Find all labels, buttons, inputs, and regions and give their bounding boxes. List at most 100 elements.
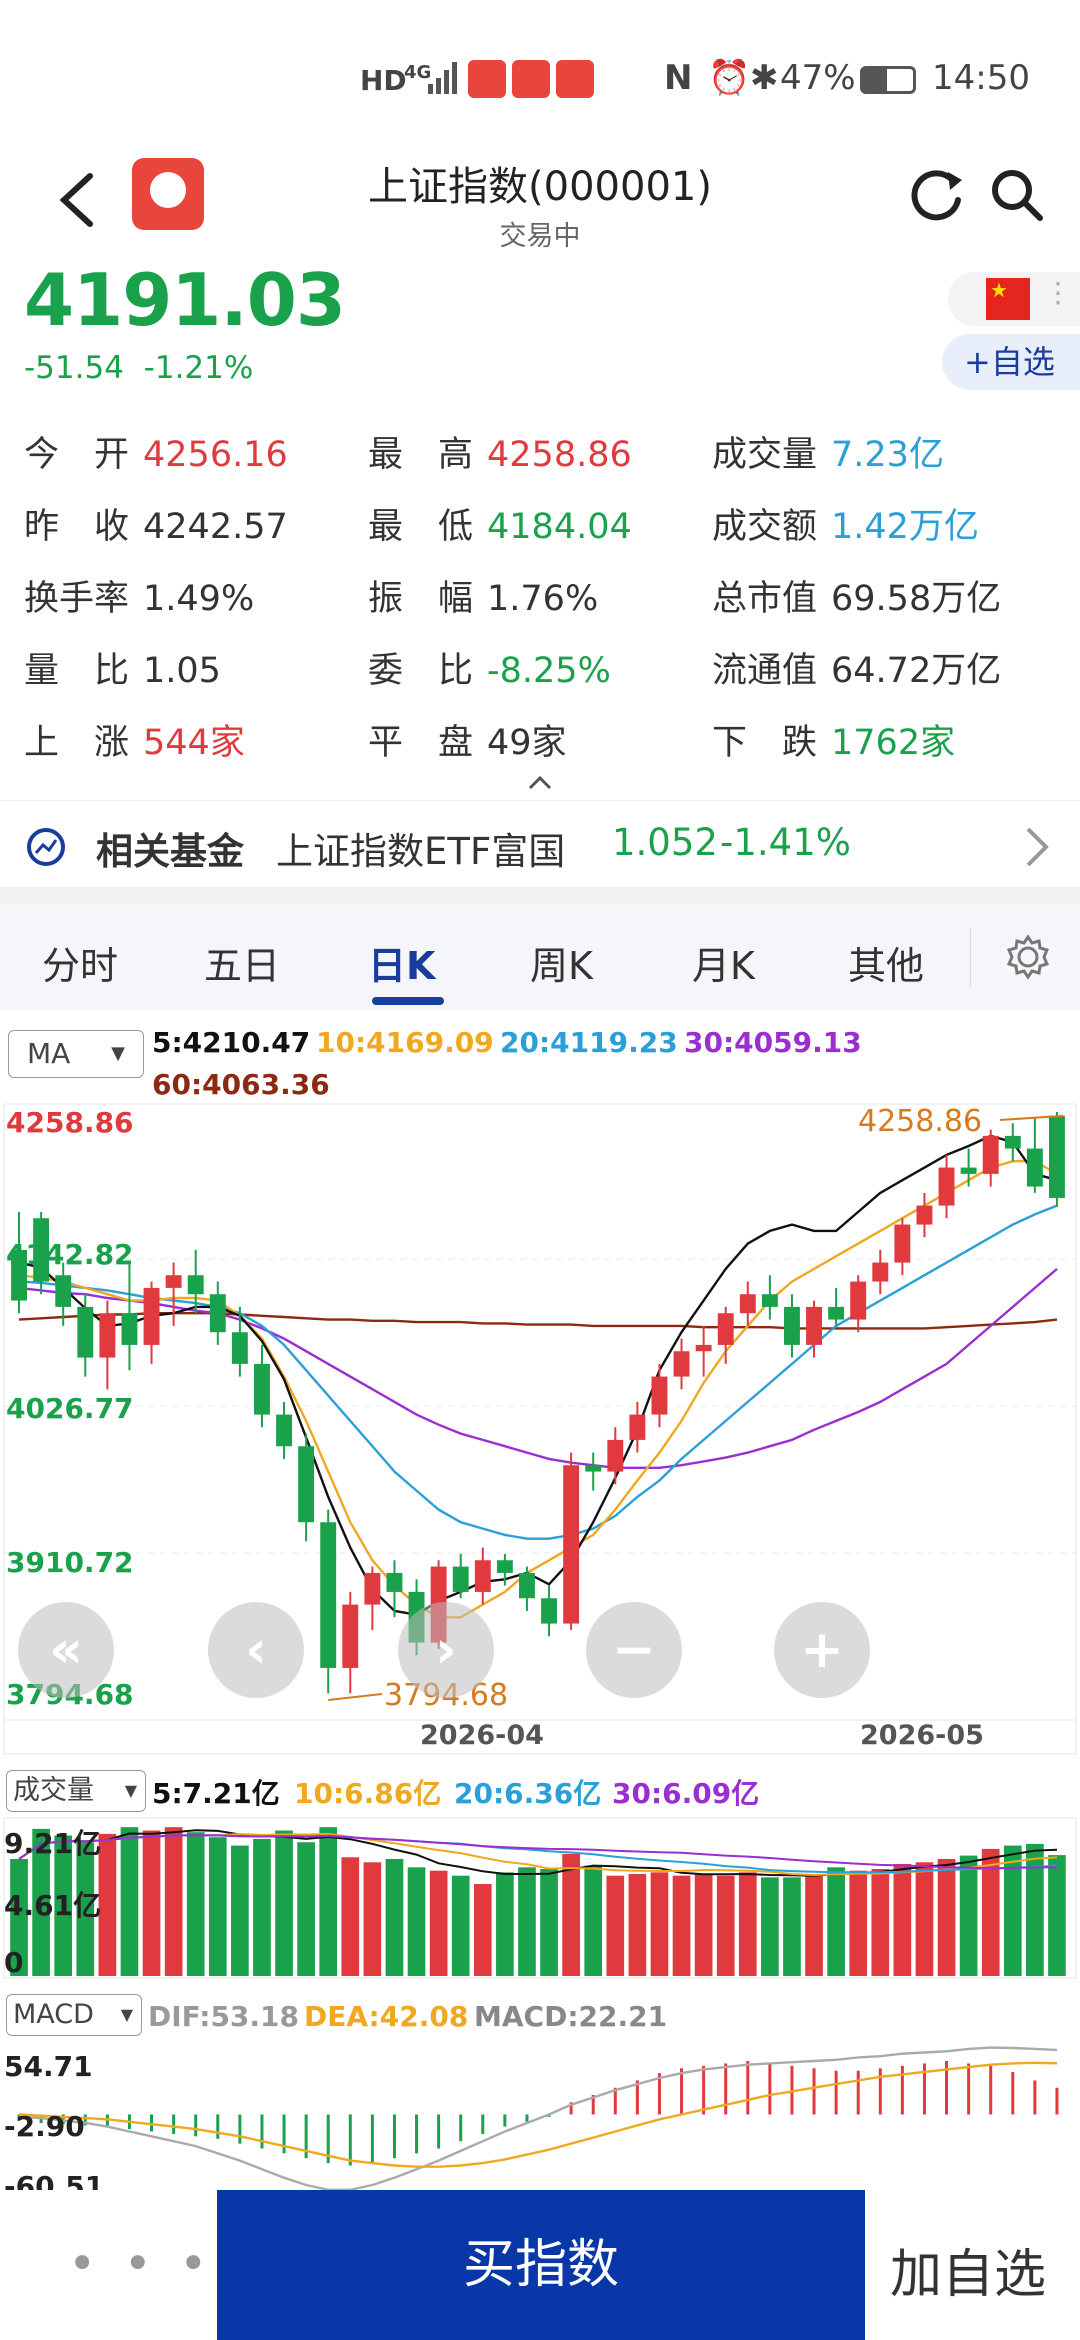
axis-high-label: 4258.86 xyxy=(6,1106,134,1139)
collapse-icon[interactable] xyxy=(528,774,552,790)
candle-body xyxy=(739,1294,756,1314)
ma5-value: 5:4210.47 xyxy=(152,1026,311,1059)
candle-body xyxy=(254,1363,270,1415)
active-tab-indicator xyxy=(372,997,444,1005)
scroll-far-left-button[interactable]: « xyxy=(18,1602,114,1698)
volume-bar xyxy=(783,1877,801,1976)
macd-bar xyxy=(878,2068,882,2115)
volume-bar xyxy=(231,1845,249,1976)
volume-bar xyxy=(650,1872,669,1976)
tab-five-day[interactable]: 五日 xyxy=(204,935,280,990)
macd-bar xyxy=(989,2065,993,2115)
candle-body xyxy=(496,1560,513,1573)
macd-bar xyxy=(370,2114,374,2164)
macd-bar xyxy=(348,2114,352,2166)
stat-value: 1.76% xyxy=(487,579,599,619)
stat-label: 流通值 xyxy=(712,651,818,691)
ma5-line xyxy=(18,1134,1058,1616)
macd-bar xyxy=(238,2114,242,2144)
volume-bar xyxy=(937,1858,956,1976)
buy-index-button[interactable]: 买指数 xyxy=(217,2190,865,2340)
tab-intraday[interactable]: 分时 xyxy=(42,935,118,990)
ma60-value: 60:4063.36 xyxy=(152,1068,330,1101)
stat-value: 4242.57 xyxy=(143,507,288,547)
macd-bar xyxy=(967,2063,971,2115)
tab-other[interactable]: 其他 xyxy=(848,935,924,990)
zoom-in-button[interactable]: + xyxy=(774,1602,870,1698)
candle-body xyxy=(298,1446,315,1523)
header: 上证指数(000001) 交易中 xyxy=(0,140,1080,260)
macd-bar xyxy=(680,2068,684,2115)
volume-bar xyxy=(297,1842,315,1976)
stat-label: 最 低 xyxy=(368,507,474,547)
add-watchlist-button[interactable]: +自选 xyxy=(942,334,1080,390)
macd-bar xyxy=(1055,2087,1059,2115)
candle-body xyxy=(607,1439,624,1472)
macd-bar xyxy=(437,2114,441,2149)
signal-icon xyxy=(428,62,457,94)
volume-indicator-select[interactable]: 成交量 ▼ xyxy=(6,1770,146,1812)
volume-chart[interactable] xyxy=(0,1816,1080,1984)
volume-bar xyxy=(385,1858,404,1976)
stat-item: 成交量 7.23亿 xyxy=(712,426,944,477)
zoom-out-button[interactable]: − xyxy=(586,1602,682,1698)
candle-body xyxy=(673,1351,690,1377)
search-icon[interactable] xyxy=(988,166,1046,224)
macd-chart[interactable] xyxy=(0,2040,1080,2190)
candle-body xyxy=(276,1414,292,1447)
volume-axis-zero: 0 xyxy=(4,1946,24,1979)
volume-bar xyxy=(98,1833,117,1976)
hd-indicator: HD xyxy=(360,64,407,97)
macd-value: MACD:22.21 xyxy=(474,2000,668,2033)
volume-bar xyxy=(341,1857,360,1976)
candle-body xyxy=(474,1560,491,1592)
macd-bar xyxy=(172,2114,176,2134)
battery-percent: 47% xyxy=(780,58,856,98)
stat-value: 49家 xyxy=(487,723,567,763)
scroll-left-button[interactable]: ‹ xyxy=(208,1602,304,1698)
more-icon[interactable]: ⋮ xyxy=(1044,276,1072,309)
macd-indicator-select[interactable]: MACD ▼ xyxy=(6,1994,142,2036)
candle-body xyxy=(784,1306,800,1345)
candle-body xyxy=(519,1572,535,1599)
stat-item: 最 高 4258.86 xyxy=(368,426,632,477)
indicator-select[interactable]: MA ▼ xyxy=(8,1030,144,1078)
volume-bar xyxy=(186,1832,205,1976)
stat-value: 1.05 xyxy=(143,651,221,691)
add-watchlist-bottom-button[interactable]: 加自选 xyxy=(890,2232,1046,2307)
more-options-button[interactable]: • • • xyxy=(68,2236,213,2292)
stat-label: 上 涨 xyxy=(24,723,130,763)
volume-axis-top: 9.21亿 xyxy=(4,1827,102,1860)
macd-bar xyxy=(481,2114,485,2134)
settings-icon[interactable] xyxy=(1004,933,1052,981)
volume-bar xyxy=(562,1853,580,1976)
stat-label: 成交量 xyxy=(712,435,818,475)
candle-body xyxy=(806,1306,822,1345)
candle-body xyxy=(99,1313,116,1358)
macd-bar xyxy=(856,2070,860,2115)
volume-bar xyxy=(871,1868,890,1976)
macd-bar xyxy=(768,2063,772,2115)
candle-body xyxy=(1026,1148,1043,1187)
candle-body xyxy=(541,1598,557,1624)
stat-value: 69.58万亿 xyxy=(831,579,1002,619)
scroll-right-button[interactable]: › xyxy=(398,1602,494,1698)
price-change: -51.54 -1.21% xyxy=(24,350,253,386)
kline-chart[interactable] xyxy=(0,1100,1080,1760)
volume-bar xyxy=(672,1875,691,1976)
tab-weekly-k[interactable]: 周K xyxy=(530,935,593,990)
stat-item: 总市值 69.58万亿 xyxy=(712,570,1001,621)
macd-bar xyxy=(834,2070,838,2115)
stat-value: 544家 xyxy=(143,723,245,763)
related-fund-bar[interactable]: 相关基金 上证指数ETF富国 1.052 -1.41% xyxy=(0,800,1080,888)
stat-value: 1.42万亿 xyxy=(831,507,979,547)
stat-label: 振 幅 xyxy=(368,579,474,619)
volume-bar xyxy=(164,1827,183,1976)
tab-monthly-k[interactable]: 月K xyxy=(692,935,755,990)
candle-body xyxy=(585,1465,602,1472)
tab-daily-k[interactable]: 日K xyxy=(368,935,435,990)
volume-bar xyxy=(1003,1845,1022,1976)
volume-axis-mid: 4.61亿 xyxy=(4,1889,102,1922)
refresh-icon[interactable] xyxy=(908,166,966,224)
stat-label: 量 比 xyxy=(24,651,130,691)
